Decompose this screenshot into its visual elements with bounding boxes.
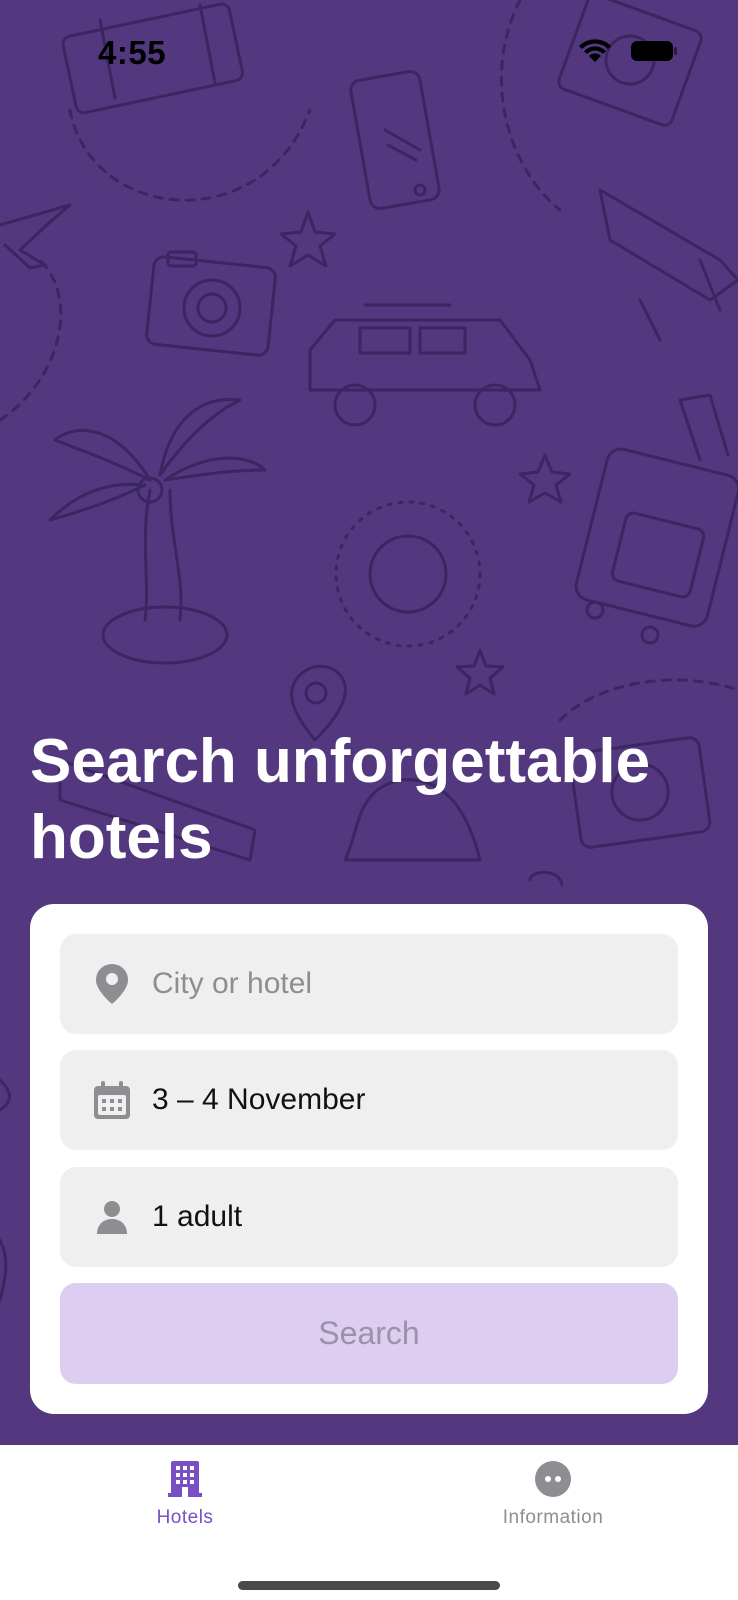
status-bar-indicators bbox=[578, 38, 678, 64]
status-bar-time: 4:55 bbox=[98, 34, 167, 71]
calendar-icon bbox=[92, 1080, 132, 1120]
dates-value: 3 – 4 November bbox=[152, 1083, 366, 1116]
tab-bar: Hotels Information bbox=[0, 1445, 738, 1600]
hero-background: 4:55 Search unforgettable hotels City or… bbox=[0, 0, 738, 1445]
page-title: Search unforgettable hotels bbox=[30, 727, 651, 872]
location-pin-icon bbox=[92, 964, 132, 1004]
destination-field[interactable] bbox=[60, 934, 678, 1034]
wifi-icon bbox=[579, 39, 611, 62]
guests-value: 1 adult bbox=[152, 1200, 243, 1233]
home-indicator bbox=[238, 1581, 500, 1590]
dates-field[interactable]: 3 – 4 November bbox=[60, 1050, 678, 1150]
tab-information[interactable]: Information bbox=[453, 1461, 653, 1529]
tab-information-label: Information bbox=[502, 1507, 604, 1528]
search-button[interactable]: Search bbox=[60, 1283, 678, 1384]
tab-hotels[interactable]: Hotels bbox=[85, 1461, 285, 1529]
hotel-building-icon bbox=[168, 1461, 202, 1497]
destination-input[interactable] bbox=[152, 967, 632, 1001]
search-card: 3 – 4 November 1 adult Search bbox=[30, 904, 708, 1414]
info-circle-icon bbox=[535, 1461, 571, 1497]
tab-hotels-label: Hotels bbox=[156, 1507, 214, 1528]
person-icon bbox=[92, 1197, 132, 1237]
battery-icon bbox=[631, 41, 677, 61]
guests-field[interactable]: 1 adult bbox=[60, 1167, 678, 1267]
